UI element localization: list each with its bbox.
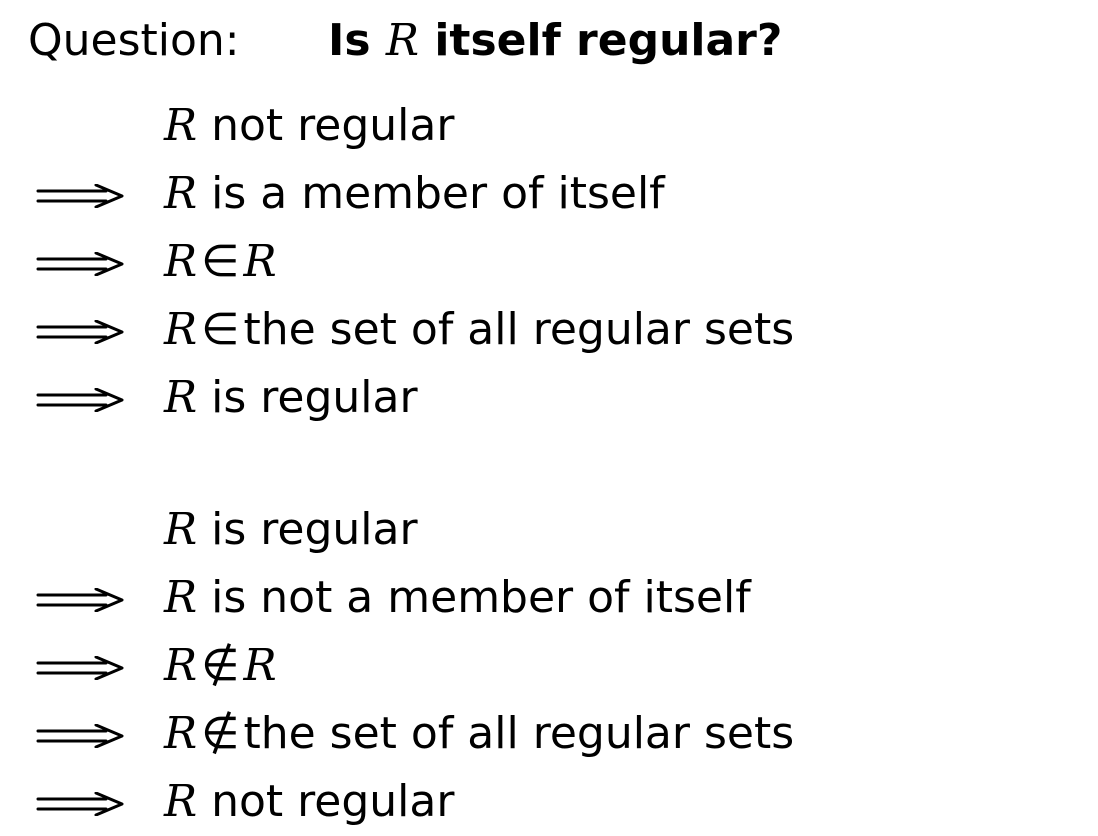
- argument-line: R∉the set of all regular sets: [0, 700, 1098, 768]
- calligraphic-r-symbol: R: [164, 372, 198, 423]
- argument-block-1: R not regular R is a member of itself R∈…: [0, 92, 1098, 432]
- argument-line: R is regular: [0, 496, 1098, 564]
- argument-line: R∉R: [0, 632, 1098, 700]
- calligraphic-r-symbol: R: [164, 304, 198, 355]
- implies-arrow-icon: [36, 564, 126, 632]
- not-element-of-symbol: ∉: [201, 640, 240, 691]
- calligraphic-r-symbol: R: [243, 640, 277, 691]
- question-heading: Question: Is R itself regular?: [28, 8, 782, 74]
- calligraphic-r-symbol: R: [164, 168, 198, 219]
- argument-line: R is a member of itself: [0, 160, 1098, 228]
- calligraphic-r-symbol: R: [243, 236, 277, 287]
- implies-arrow-icon: [36, 768, 126, 836]
- argument-statement: R∉R: [164, 632, 277, 700]
- calligraphic-r-symbol: R: [164, 504, 198, 555]
- calligraphic-r-symbol: R: [164, 100, 198, 151]
- calligraphic-r-symbol: R: [164, 708, 198, 759]
- argument-block-2: R is regular R is not a member of itself…: [0, 496, 1098, 836]
- argument-statement: R is regular: [164, 372, 418, 423]
- implies-arrow-icon: [36, 296, 126, 364]
- argument-statement: R not regular: [164, 776, 455, 827]
- question-title-post: itself regular?: [419, 15, 783, 66]
- implies-arrow-icon: [36, 160, 126, 228]
- argument-line: R not regular: [0, 92, 1098, 160]
- argument-statement: R∉the set of all regular sets: [164, 708, 795, 759]
- argument-line: R is not a member of itself: [0, 564, 1098, 632]
- question-title: Is R itself regular?: [328, 15, 782, 66]
- not-element-of-symbol: ∉: [201, 708, 240, 759]
- question-title-pre: Is: [328, 15, 386, 66]
- argument-statement: R is a member of itself: [164, 168, 665, 219]
- calligraphic-r-symbol: R: [164, 640, 198, 691]
- argument-statement: R is not a member of itself: [164, 572, 751, 623]
- implies-arrow-icon: [36, 700, 126, 768]
- implies-arrow-icon: [36, 228, 126, 296]
- calligraphic-r-symbol: R: [164, 236, 198, 287]
- slide: Question: Is R itself regular? R not regu…: [0, 0, 1098, 836]
- argument-statement: R∈the set of all regular sets: [164, 304, 795, 355]
- element-of-symbol: ∈: [201, 304, 240, 355]
- implies-arrow-icon: [36, 632, 126, 700]
- argument-line: R is regular: [0, 364, 1098, 432]
- argument-statement: R∈R: [164, 228, 277, 296]
- argument-line: R∈R: [0, 228, 1098, 296]
- argument-line: R not regular: [0, 768, 1098, 836]
- argument-statement: R not regular: [164, 100, 455, 151]
- calligraphic-r-symbol: R: [164, 572, 198, 623]
- element-of-symbol: ∈: [201, 236, 240, 287]
- argument-line: R∈the set of all regular sets: [0, 296, 1098, 364]
- question-title-symbol: R: [385, 15, 420, 66]
- calligraphic-r-symbol: R: [164, 776, 198, 827]
- implies-arrow-icon: [36, 364, 126, 432]
- argument-statement: R is regular: [164, 504, 418, 555]
- question-prefix: Question:: [28, 15, 240, 66]
